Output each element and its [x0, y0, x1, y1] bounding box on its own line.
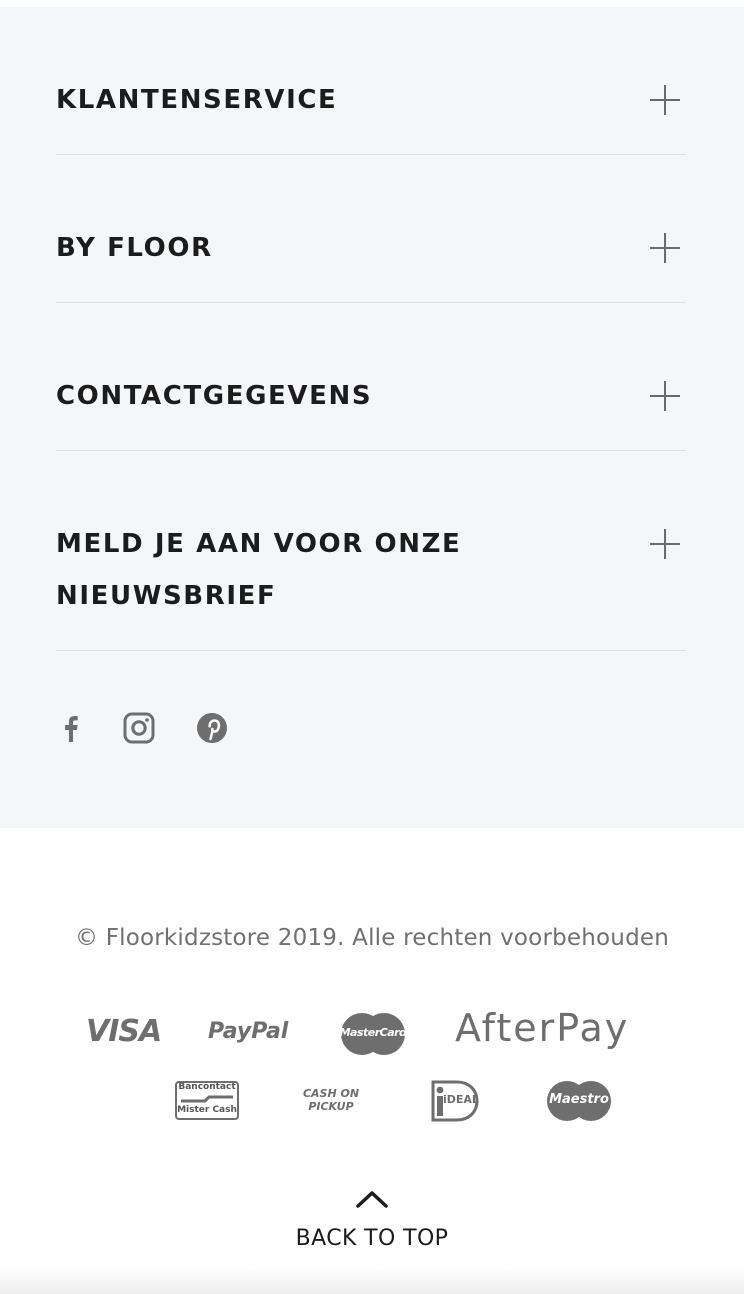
back-to-top-label: BACK TO TOP — [295, 1226, 449, 1251]
copyright-text: © Floorkidzstore 2019. Alle rechten voor… — [74, 925, 670, 951]
ideal-label: iDEAL — [443, 1093, 479, 1106]
pinterest-icon[interactable] — [192, 708, 232, 748]
facebook-icon[interactable] — [52, 708, 92, 748]
mastercard-label: MasterCard — [339, 1026, 407, 1039]
back-to-top-button[interactable]: BACK TO TOP — [0, 1182, 744, 1262]
accordion-klantenservice[interactable]: KLANTENSERVICE — [56, 68, 686, 155]
maestro-logo: Maestro — [545, 1080, 613, 1122]
ideal-logo: iDEAL — [431, 1080, 479, 1122]
page: KLANTENSERVICE BY FLOOR CONTACTGEGEVENS … — [0, 0, 744, 1294]
paypal-logo: PayPal — [208, 1019, 289, 1044]
bancontact-label-top: Bancontact — [178, 1082, 236, 1092]
top-strip — [0, 0, 744, 7]
plus-icon[interactable] — [650, 381, 680, 411]
cash-label-top: CASH ON — [302, 1087, 360, 1100]
accordion-title-line-2: NIEUWSBRIEF — [56, 581, 277, 611]
bancontact-label-bottom: Mister Cash — [177, 1105, 237, 1115]
maestro-label: Maestro — [549, 1092, 609, 1107]
plus-icon[interactable] — [650, 233, 680, 263]
bancontact-logo: Bancontact Mister Cash — [175, 1081, 239, 1120]
cash-label-bottom: PICKUP — [308, 1100, 354, 1113]
accordion-title: KLANTENSERVICE — [56, 85, 338, 115]
accordion-nieuwsbrief[interactable]: MELD JE AAN VOOR ONZE NIEUWSBRIEF — [56, 512, 686, 651]
plus-icon[interactable] — [650, 529, 680, 559]
mastercard-logo: MasterCard — [339, 1012, 407, 1056]
accordion-title: BY FLOOR — [56, 233, 213, 263]
accordion-contactgegevens[interactable]: CONTACTGEGEVENS — [56, 364, 686, 451]
visa-logo: VISA — [86, 1014, 162, 1049]
afterpay-logo: AfterPay — [455, 1006, 630, 1050]
chevron-up-icon — [356, 1191, 388, 1208]
plus-icon[interactable] — [650, 85, 680, 115]
instagram-icon[interactable] — [119, 708, 159, 748]
accordion-by-floor[interactable]: BY FLOOR — [56, 216, 686, 303]
bottom-edge — [0, 1268, 744, 1294]
cash-on-pickup-logo: CASH ON PICKUP — [296, 1087, 366, 1117]
accordion-title: CONTACTGEGEVENS — [56, 381, 373, 411]
accordion-title-line-1: MELD JE AAN VOOR ONZE — [56, 529, 462, 559]
